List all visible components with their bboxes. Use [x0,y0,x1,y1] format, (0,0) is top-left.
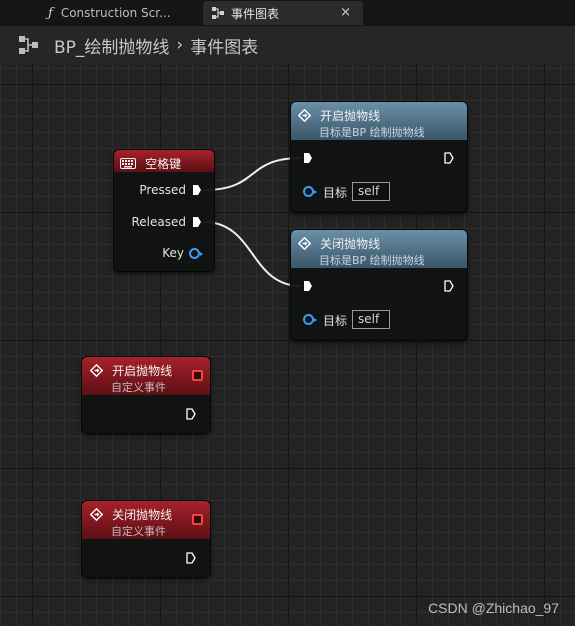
exec-in-pin[interactable] [303,280,313,292]
close-parabola-event-node[interactable]: 关闭抛物线 自定义事件 [82,501,210,577]
tab-construction-script[interactable]: ƒ Construction Scr... [36,1,198,25]
tab-label: 事件图表 [231,6,280,21]
wire-released-to-close [203,221,302,287]
tab-label: Construction Scr... [60,6,171,20]
node-header: 开启抛物线 自定义事件 [82,357,210,395]
graph-icon [211,6,225,20]
exec-out-pin-released[interactable] [192,216,202,228]
chevron-right-icon: › [176,35,184,55]
delegate-pin[interactable] [192,514,203,525]
event-icon [90,508,103,521]
function-call-icon [298,109,311,122]
keyboard-icon [120,158,136,169]
graph-icon [18,35,40,55]
node-header: 关闭抛物线 目标是BP 绘制抛物线 [291,230,467,268]
pin-label-pressed: Pressed [139,183,186,197]
node-header: 空格键 [114,150,214,172]
exec-out-pin[interactable] [186,552,196,564]
target-self-field[interactable]: self [352,182,390,201]
breadcrumb-blueprint[interactable]: BP_绘制抛物线 [54,33,169,58]
node-header: 开启抛物线 目标是BP 绘制抛物线 [291,102,467,140]
node-subtitle: 目标是BP 绘制抛物线 [319,126,425,139]
function-call-icon [298,237,311,250]
graph-canvas[interactable]: 空格键 Pressed Released Key 开启抛物线 目标是BP 绘制抛… [0,64,575,626]
breadcrumb-graph[interactable]: 事件图表 [190,33,258,58]
node-title: 关闭抛物线 [320,237,381,251]
exec-out-pin[interactable] [444,152,454,164]
close-icon[interactable]: × [340,5,351,20]
node-subtitle: 自定义事件 [111,525,166,538]
event-icon [90,364,103,377]
node-subtitle: 目标是BP 绘制抛物线 [319,254,425,267]
start-parabola-event-node[interactable]: 开启抛物线 自定义事件 [82,357,210,433]
close-parabola-call-node[interactable]: 关闭抛物线 目标是BP 绘制抛物线 目标 self [291,230,467,340]
key-output-pin[interactable] [189,248,203,259]
tab-bar: ƒ Construction Scr... 事件图表 × [0,0,575,26]
watermark: CSDN @Zhichao_97 [428,600,559,616]
target-input-pin[interactable] [303,186,317,197]
node-header: 关闭抛物线 自定义事件 [82,501,210,539]
pin-label-released: Released [131,215,186,229]
node-title: 开启抛物线 [112,364,173,378]
delegate-pin[interactable] [192,370,203,381]
start-parabola-call-node[interactable]: 开启抛物线 目标是BP 绘制抛物线 目标 self [291,102,467,212]
breadcrumb: BP_绘制抛物线 › 事件图表 [0,26,575,64]
space-key-event-node[interactable]: 空格键 Pressed Released Key [114,150,214,271]
pin-label-key: Key [162,246,184,260]
target-label: 目标 [323,186,348,200]
wire-pressed-to-start [203,157,302,191]
node-title: 开启抛物线 [320,109,381,123]
exec-in-pin[interactable] [303,152,313,164]
target-input-pin[interactable] [303,314,317,325]
node-title: 关闭抛物线 [112,508,173,522]
target-self-field[interactable]: self [352,310,390,329]
tab-event-graph[interactable]: 事件图表 × [203,1,363,25]
function-icon: ƒ [48,5,53,21]
exec-out-pin[interactable] [186,408,196,420]
target-label: 目标 [323,314,348,328]
node-title: 空格键 [145,157,182,171]
exec-out-pin[interactable] [444,280,454,292]
exec-out-pin-pressed[interactable] [192,184,202,196]
node-subtitle: 自定义事件 [111,381,166,394]
